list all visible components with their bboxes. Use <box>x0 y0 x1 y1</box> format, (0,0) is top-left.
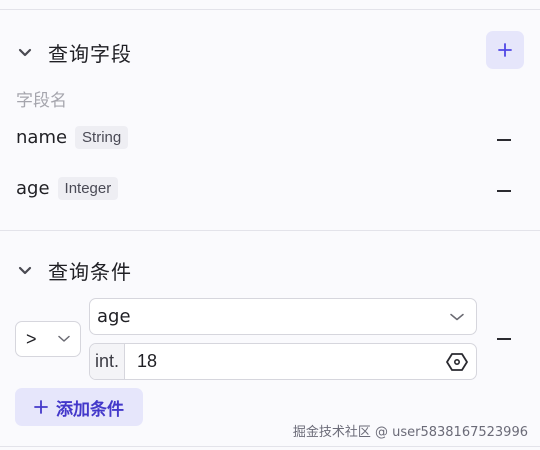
int-type-prefix: int. <box>90 344 126 379</box>
remove-condition-button[interactable] <box>497 338 511 340</box>
condition-value-input[interactable]: int. 18 <box>89 343 477 380</box>
condition-value[interactable]: 18 <box>125 351 446 372</box>
hexagon-icon[interactable] <box>446 351 468 373</box>
watermark: 掘金技术社区 @ user5838167523996 <box>292 425 528 440</box>
add-field-button[interactable] <box>486 31 524 69</box>
query-conditions-header[interactable]: 查询条件 <box>16 256 132 285</box>
field-type-tag: String <box>75 126 129 149</box>
operator-select[interactable]: > <box>15 321 81 357</box>
bottom-divider <box>0 446 540 447</box>
field-row: name String <box>16 126 129 149</box>
chevron-down-icon <box>58 335 70 342</box>
field-row: age Integer <box>16 177 119 200</box>
field-name-column-label: 字段名 <box>16 91 67 111</box>
top-divider <box>0 9 540 10</box>
plus-icon <box>498 43 512 57</box>
section-title: 查询条件 <box>48 260 132 284</box>
add-condition-label: 添加条件 <box>56 399 124 420</box>
operator-value: > <box>26 328 37 349</box>
field-name: age <box>16 178 50 199</box>
section-title: 查询字段 <box>48 42 132 66</box>
chevron-down-icon <box>450 313 464 320</box>
plus-icon <box>34 400 48 414</box>
field-name: name <box>16 127 68 148</box>
condition-field-value: age <box>97 306 131 327</box>
remove-field-button[interactable] <box>497 139 511 141</box>
section-divider <box>0 230 540 231</box>
query-fields-header[interactable]: 查询字段 <box>16 38 132 67</box>
add-condition-button[interactable]: 添加条件 <box>15 388 143 426</box>
chevron-down-icon[interactable] <box>16 44 34 62</box>
condition-field-select[interactable]: age <box>89 298 477 335</box>
remove-field-button[interactable] <box>497 190 511 192</box>
chevron-down-icon[interactable] <box>16 262 34 280</box>
field-type-tag: Integer <box>57 177 119 200</box>
